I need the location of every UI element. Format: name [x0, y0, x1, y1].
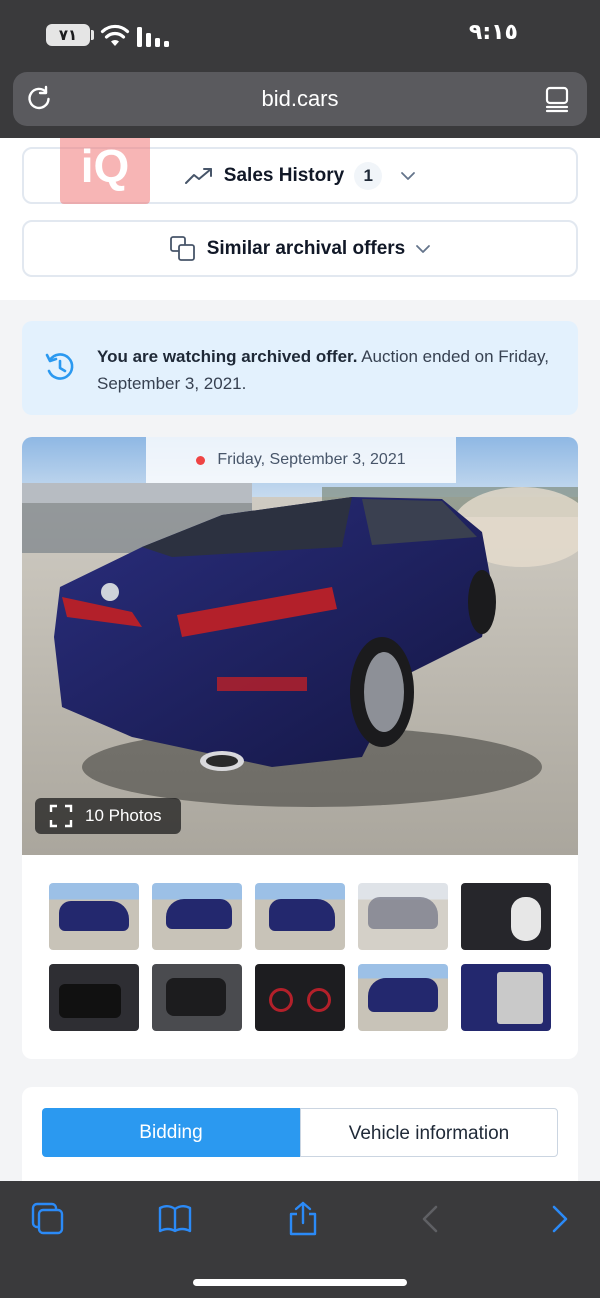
thumbnail-7[interactable] [152, 964, 242, 1031]
status-dot [196, 455, 206, 465]
chevron-down-icon [401, 171, 416, 180]
tabs-panel: Bidding Vehicle information [22, 1087, 578, 1181]
auction-date: Friday, September 3, 2021 [217, 451, 406, 468]
reader-view-icon[interactable] [543, 85, 571, 113]
similar-offers-label: Similar archival offers [206, 237, 406, 259]
url-text[interactable]: bid.cars [13, 72, 587, 126]
sales-history-label: Sales History [223, 164, 345, 186]
thumbnail-3[interactable] [255, 883, 345, 950]
thumbnail-8[interactable] [255, 964, 345, 1031]
browser-toolbar [0, 1181, 600, 1298]
share-icon[interactable] [285, 1201, 321, 1237]
thumbnail-9[interactable] [358, 964, 448, 1031]
battery-icon: ٧١ [46, 24, 90, 46]
thumbnail-10[interactable] [461, 964, 551, 1031]
tabs-icon[interactable] [30, 1201, 66, 1237]
address-bar[interactable]: bid.cars [13, 72, 587, 126]
sales-history-count: 1 [354, 161, 383, 190]
chevron-down-icon [416, 244, 431, 253]
forward-icon[interactable] [542, 1201, 578, 1237]
thumbnail-5[interactable] [461, 883, 551, 950]
battery-level: ٧١ [58, 26, 78, 44]
thumbnail-6[interactable] [49, 964, 139, 1031]
copy-icon [169, 235, 195, 261]
fullscreen-icon [49, 804, 73, 828]
trending-up-icon [184, 167, 212, 184]
auction-date-chip: Friday, September 3, 2021 [146, 437, 456, 483]
history-panel: Sales History 1 Similar archival offers … [0, 138, 600, 300]
history-icon [45, 353, 74, 380]
tab-vehicle-information[interactable]: Vehicle information [300, 1108, 558, 1157]
thumbnail-2[interactable] [152, 883, 242, 950]
status-bar: ٧١ ٩:١٥ [0, 0, 600, 70]
watermark-logo: iQ [60, 138, 150, 204]
status-time: ٩:١٥ [468, 20, 518, 45]
thumbnail-4[interactable] [358, 883, 448, 950]
archived-notice: You are watching archived offer. Auction… [22, 321, 578, 415]
tab-bidding[interactable]: Bidding [42, 1108, 300, 1157]
notice-text: You are watching archived offer. Auction… [97, 343, 557, 397]
page-content: Sales History 1 Similar archival offers … [0, 138, 600, 1181]
photos-count-button[interactable]: 10 Photos [35, 798, 181, 834]
listing-card: Friday, September 3, 2021 10 Photos [22, 437, 578, 1059]
photos-count-label: 10 Photos [85, 806, 162, 825]
similar-offers-button[interactable]: Similar archival offers [22, 220, 578, 277]
home-indicator [193, 1279, 407, 1286]
main-car-photo[interactable] [22, 437, 578, 855]
bookmarks-icon[interactable] [157, 1201, 193, 1237]
browser-chrome: ٧١ ٩:١٥ bid.cars [0, 0, 600, 138]
back-icon[interactable] [412, 1201, 448, 1237]
notice-bold: You are watching archived offer. [97, 347, 358, 366]
wifi-icon [100, 24, 130, 46]
thumbnail-1[interactable] [49, 883, 139, 950]
cellular-signal-icon [137, 27, 169, 47]
